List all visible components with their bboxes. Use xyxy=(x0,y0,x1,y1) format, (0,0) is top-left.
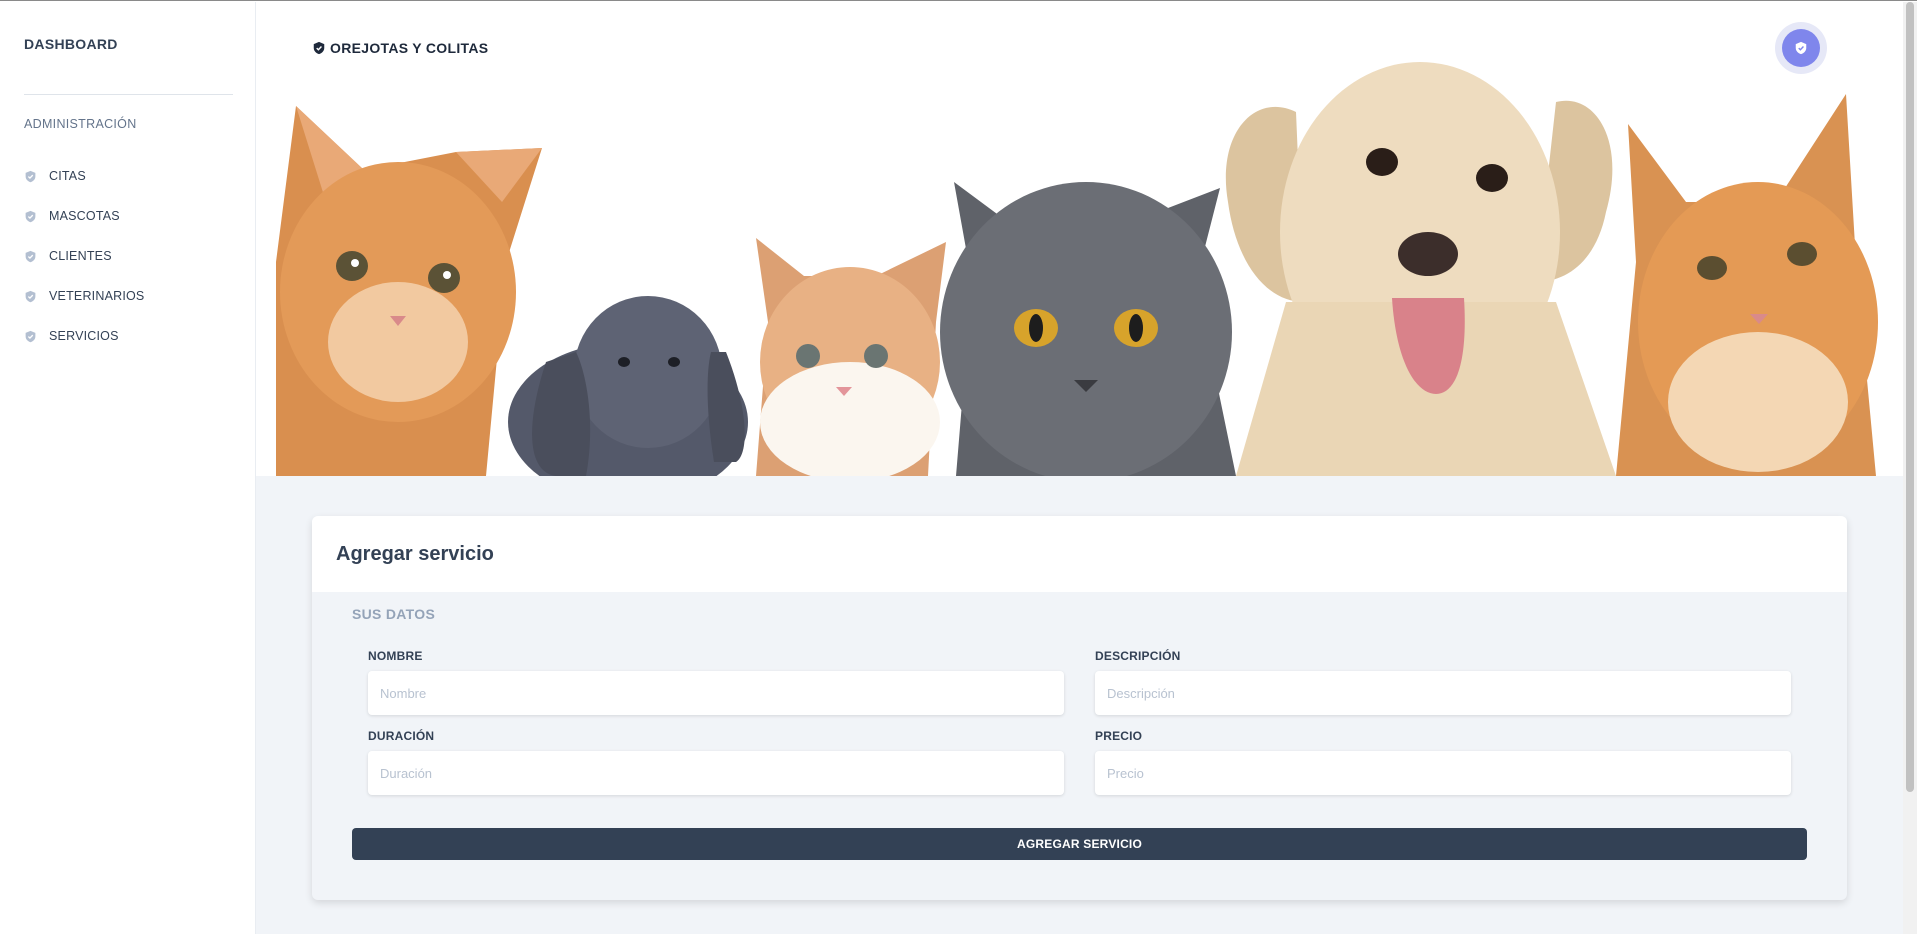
add-service-button[interactable]: AGREGAR SERVICIO xyxy=(352,828,1807,860)
sidebar-divider xyxy=(24,94,233,95)
sidebar-nav: CITAS MASCOTAS CLIENTES VETERINARIOS SER… xyxy=(24,156,144,356)
golden-puppy xyxy=(1225,62,1616,476)
card-header: Agregar servicio xyxy=(312,516,1847,592)
gray-cat xyxy=(940,182,1236,476)
user-avatar-button[interactable] xyxy=(1775,22,1827,74)
nombre-input[interactable] xyxy=(368,671,1064,715)
field-label: DURACIÓN xyxy=(368,729,435,743)
orange-kitten xyxy=(756,238,946,476)
field-label: PRECIO xyxy=(1095,729,1143,743)
field-label: NOMBRE xyxy=(368,649,423,663)
shield-icon xyxy=(24,290,37,303)
page-scrollbar[interactable] xyxy=(1903,2,1917,934)
card-title: Agregar servicio xyxy=(336,542,494,565)
pets-banner-image xyxy=(276,62,1878,476)
sidebar-brand[interactable]: DASHBOARD xyxy=(24,36,118,52)
sidebar-item-servicios[interactable]: SERVICIOS xyxy=(24,316,144,356)
duracion-input[interactable] xyxy=(368,751,1064,795)
precio-input[interactable] xyxy=(1095,751,1791,795)
orange-cat-left xyxy=(276,106,542,476)
sidebar-section-heading: ADMINISTRACIÓN xyxy=(24,117,137,131)
main-content: OREJOTAS Y COLITAS Agregar servicio SUS … xyxy=(256,2,1903,934)
sidebar-item-label: CITAS xyxy=(49,169,86,183)
shield-icon xyxy=(24,170,37,183)
sidebar-item-clientes[interactable]: CLIENTES xyxy=(24,236,144,276)
sidebar-item-veterinarios[interactable]: VETERINARIOS xyxy=(24,276,144,316)
shield-icon xyxy=(312,41,326,55)
add-service-card: Agregar servicio SUS DATOS NOMBRE DESCRI… xyxy=(312,516,1847,900)
shield-icon xyxy=(24,210,37,223)
sidebar-item-citas[interactable]: CITAS xyxy=(24,156,144,196)
shield-icon xyxy=(24,330,37,343)
hero-banner: OREJOTAS Y COLITAS xyxy=(256,2,1903,476)
user-avatar-icon xyxy=(1782,29,1820,67)
sidebar: DASHBOARD ADMINISTRACIÓN CITAS MASCOTAS … xyxy=(0,2,256,934)
field-descripcion: DESCRIPCIÓN xyxy=(1095,649,1791,715)
field-duracion: DURACIÓN xyxy=(368,729,1064,795)
sidebar-item-mascotas[interactable]: MASCOTAS xyxy=(24,196,144,236)
descripcion-input[interactable] xyxy=(1095,671,1791,715)
field-precio: PRECIO xyxy=(1095,729,1791,795)
field-nombre: NOMBRE xyxy=(368,649,1064,715)
orange-cat-right xyxy=(1616,94,1878,476)
sidebar-item-label: SERVICIOS xyxy=(49,329,119,343)
sidebar-item-label: MASCOTAS xyxy=(49,209,120,223)
field-label: DESCRIPCIÓN xyxy=(1095,649,1181,663)
section-title: SUS DATOS xyxy=(352,606,436,622)
gray-rabbit xyxy=(508,296,748,476)
sidebar-item-label: VETERINARIOS xyxy=(49,289,145,303)
scrollbar-thumb[interactable] xyxy=(1906,2,1914,792)
app-title-text: OREJOTAS Y COLITAS xyxy=(330,40,489,56)
shield-icon xyxy=(24,250,37,263)
app-title[interactable]: OREJOTAS Y COLITAS xyxy=(312,40,488,56)
sidebar-item-label: CLIENTES xyxy=(49,249,112,263)
